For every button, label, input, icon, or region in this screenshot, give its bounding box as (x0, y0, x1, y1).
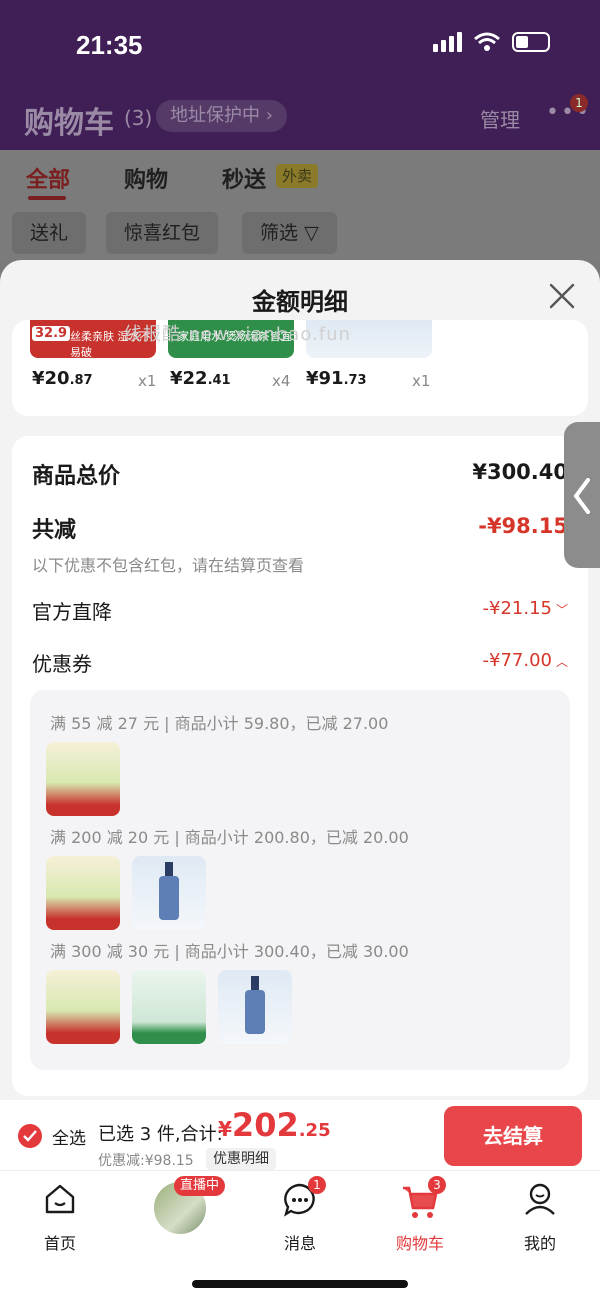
product-image-serum[interactable] (218, 970, 292, 1044)
item-qty: x1 (138, 372, 157, 390)
product-image-water[interactable] (132, 970, 206, 1044)
select-all-checkbox[interactable] (18, 1124, 42, 1148)
page-title: 购物车 (24, 106, 114, 141)
side-drawer-handle[interactable] (564, 422, 600, 568)
manage-button[interactable]: 管理 (480, 104, 520, 133)
coupon-rule: 满 300 减 30 元 | 商品小计 300.40，已减 30.00 (50, 942, 409, 961)
chip-filter-label: 筛选 (260, 222, 299, 244)
chip-gift[interactable]: 送礼 (12, 212, 87, 254)
takeout-badge: 外卖 (276, 164, 319, 188)
coupon-row[interactable]: -¥77.00 ︿ (483, 650, 569, 671)
tab-shopping[interactable]: 购物 (124, 162, 168, 194)
nav-cart-label: 购物车 (395, 1234, 444, 1253)
select-all-label[interactable]: 全选 (52, 1124, 86, 1149)
address-protection-chip[interactable]: 地址保护中 › (156, 100, 287, 132)
reduce-label: 共减 (32, 518, 77, 543)
official-discount-value: -¥21.15 (482, 598, 552, 619)
signal-icon (433, 32, 462, 52)
home-icon (45, 1184, 75, 1214)
tab-express[interactable]: 秒送 (222, 162, 266, 194)
discount-note: 以下优惠不包含红包，请在结算页查看 (32, 556, 305, 575)
filter-icon: ▽ (304, 222, 319, 244)
top-bar: 21:35 购物车 (3) 地址保护中 › 管理 ••• 1 (0, 0, 600, 150)
tab-all[interactable]: 全部 (26, 162, 70, 194)
chevron-left-icon (573, 478, 590, 514)
cart-badge: 3 (428, 1176, 446, 1194)
nav-messages-label: 消息 (283, 1234, 316, 1253)
item-price: ¥22.41 (170, 368, 231, 389)
watermark: 线报酷-new.xianbao.fun (124, 324, 351, 345)
coupon-label: 优惠券 (32, 652, 92, 676)
message-badge: 1 (308, 1176, 326, 1194)
live-badge: 直播中 (174, 1176, 226, 1196)
discount-detail-button[interactable]: 优惠明细 (206, 1148, 276, 1170)
more-badge: 1 (570, 94, 588, 112)
item-qty: x4 (272, 372, 291, 390)
chip-red-packet[interactable]: 惊喜红包 (106, 212, 219, 254)
product-image-tissue[interactable] (46, 970, 120, 1044)
divider (0, 1170, 600, 1171)
price-breakdown-card: 商品总价 ¥300.40 共减 -¥98.15 以下优惠不包含红包，请在结算页查… (12, 436, 588, 1096)
item-price: ¥91.73 (306, 368, 367, 389)
coupon-rule: 满 55 减 27 元 | 商品小计 59.80，已减 27.00 (50, 714, 389, 733)
close-icon[interactable] (548, 282, 576, 310)
check-icon (23, 1130, 37, 1142)
coupon-value: -¥77.00 (482, 650, 552, 671)
chip-filter[interactable]: 筛选 ▽ (242, 212, 337, 254)
discount-summary: 优惠减:¥98.15 (98, 1153, 194, 1169)
serum-bottle-icon (245, 976, 265, 1034)
product-image-tissue[interactable] (46, 856, 120, 930)
serum-bottle-icon (159, 862, 179, 920)
profile-icon (525, 1183, 555, 1215)
amount-detail-sheet: 金额明细 32.9 丝柔亲肤 湿水不易破 家庭用水 煲汤泡茶皆宜 ¥20.87 … (0, 260, 600, 1100)
product-image-serum[interactable] (132, 856, 206, 930)
item-qty: x1 (412, 372, 431, 390)
reduce-value: -¥98.15 (478, 514, 568, 538)
total-amount: ¥202.25 (218, 1106, 331, 1144)
selected-summary: 已选 3 件,合计: (98, 1124, 223, 1145)
checkout-button[interactable]: 去结算 (444, 1106, 582, 1166)
coupon-detail-box: 满 55 减 27 元 | 商品小计 59.80，已减 27.00 满 200 … (30, 690, 570, 1070)
tab-underline (28, 196, 66, 200)
status-icons (433, 32, 550, 52)
item-price: ¥20.87 (32, 368, 93, 389)
battery-icon (512, 32, 550, 52)
price-badge: 32.9 (32, 326, 71, 341)
official-discount-row[interactable]: -¥21.15 ﹀ (483, 598, 569, 619)
chevron-up-icon: ︿ (555, 654, 568, 669)
total-value: ¥300.40 (472, 460, 568, 484)
official-discount-label: 官方直降 (32, 600, 112, 624)
nav-profile-label: 我的 (523, 1234, 556, 1253)
chevron-down-icon: ﹀ (555, 602, 568, 617)
nav-home-label: 首页 (43, 1234, 76, 1253)
wifi-icon (474, 32, 500, 51)
home-indicator (192, 1280, 408, 1288)
sheet-title: 金额明细 (252, 288, 348, 316)
checkout-footer: 全选 已选 3 件,合计: ¥202.25 优惠减:¥98.15 优惠明细 去结… (0, 1100, 600, 1300)
coupon-rule: 满 200 减 20 元 | 商品小计 200.80，已减 20.00 (50, 828, 409, 847)
total-label: 商品总价 (32, 464, 121, 489)
status-time: 21:35 (76, 30, 143, 60)
product-image-tissue[interactable] (46, 742, 120, 816)
address-chip-label: 地址保护中 (170, 105, 260, 126)
cart-count: (3) (124, 106, 153, 130)
